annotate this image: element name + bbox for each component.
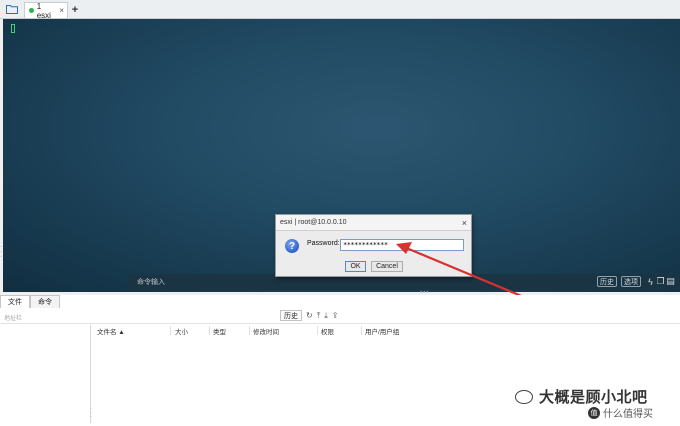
- password-field[interactable]: ************: [340, 239, 464, 251]
- column-divider[interactable]: [170, 326, 171, 335]
- dialog-titlebar: esxi | root@10.0.0.10 ×: [276, 215, 471, 231]
- connected-status-icon: [29, 8, 34, 13]
- tab-label: 1 esxi: [36, 1, 51, 20]
- question-icon: ?: [285, 239, 299, 253]
- terminal-cursor: [11, 24, 15, 33]
- dialog-title: esxi | root@10.0.0.10: [280, 219, 347, 226]
- site-name: 什么值得买: [603, 409, 653, 420]
- column-modified[interactable]: 修改时间: [253, 326, 279, 336]
- column-divider[interactable]: [249, 326, 250, 335]
- column-filename[interactable]: 文件名 ▲: [97, 326, 125, 336]
- open-folder-button[interactable]: [0, 0, 24, 18]
- column-owner[interactable]: 用户/用户组: [365, 326, 399, 336]
- dialog-close-icon[interactable]: ×: [462, 218, 467, 228]
- upload-icon[interactable]: ⇪: [332, 311, 339, 320]
- ok-button[interactable]: OK: [345, 261, 366, 272]
- wechat-icon: [515, 389, 533, 404]
- add-tab-button[interactable]: +: [68, 2, 82, 18]
- directory-tree[interactable]: [3, 325, 91, 423]
- download-icon[interactable]: ⤓: [324, 311, 328, 321]
- column-permissions[interactable]: 权限: [321, 326, 334, 336]
- close-tab-icon[interactable]: ×: [59, 6, 64, 15]
- column-divider[interactable]: [361, 326, 362, 335]
- left-splitter-handle[interactable]: · · ·: [0, 244, 2, 260]
- column-divider[interactable]: [317, 326, 318, 335]
- cancel-button[interactable]: Cancel: [371, 261, 403, 272]
- file-toolbar: 历史 ↻ ⤒ ⤓ ⇪: [280, 310, 339, 321]
- tab-files[interactable]: 文件: [0, 295, 30, 308]
- file-history-button[interactable]: 历史: [280, 310, 302, 321]
- divider: [0, 323, 680, 324]
- folder-icon: [6, 4, 18, 14]
- watermark-author: 大概是顾小北吧: [539, 389, 648, 406]
- bolt-icon[interactable]: ϟ: [646, 276, 655, 287]
- tab-bar: 1 esxi × +: [0, 0, 680, 20]
- bottom-tabs: 文件 命令: [0, 295, 60, 308]
- column-type[interactable]: 类型: [213, 326, 226, 336]
- tree-splitter-handle[interactable]: · · ·: [90, 406, 92, 420]
- history-button[interactable]: 历史: [597, 276, 617, 287]
- tab-esxi[interactable]: 1 esxi ×: [24, 1, 68, 20]
- address-bar[interactable]: 地址栏: [4, 313, 22, 322]
- column-size[interactable]: 大小: [175, 326, 188, 336]
- up-directory-icon[interactable]: ⤒: [317, 311, 321, 321]
- password-dialog: esxi | root@10.0.0.10 × ? Password: ****…: [275, 214, 472, 277]
- site-logo-icon: 值: [588, 406, 600, 419]
- tab-commands[interactable]: 命令: [30, 295, 60, 308]
- refresh-icon[interactable]: ↻: [306, 311, 313, 320]
- column-divider[interactable]: [209, 326, 210, 335]
- options-button[interactable]: 选项: [621, 276, 641, 287]
- watermark: 大概是顾小北吧: [515, 386, 648, 407]
- paste-icon[interactable]: ▤: [666, 276, 675, 287]
- site-watermark: 值 什么值得买: [588, 405, 653, 420]
- password-label: Password:: [307, 240, 340, 247]
- file-list-header: 文件名 ▲ 大小 类型 修改时间 权限 用户/用户组: [95, 326, 680, 336]
- copy-icon[interactable]: ❐: [656, 276, 665, 287]
- command-input-placeholder[interactable]: 命令输入: [137, 277, 165, 287]
